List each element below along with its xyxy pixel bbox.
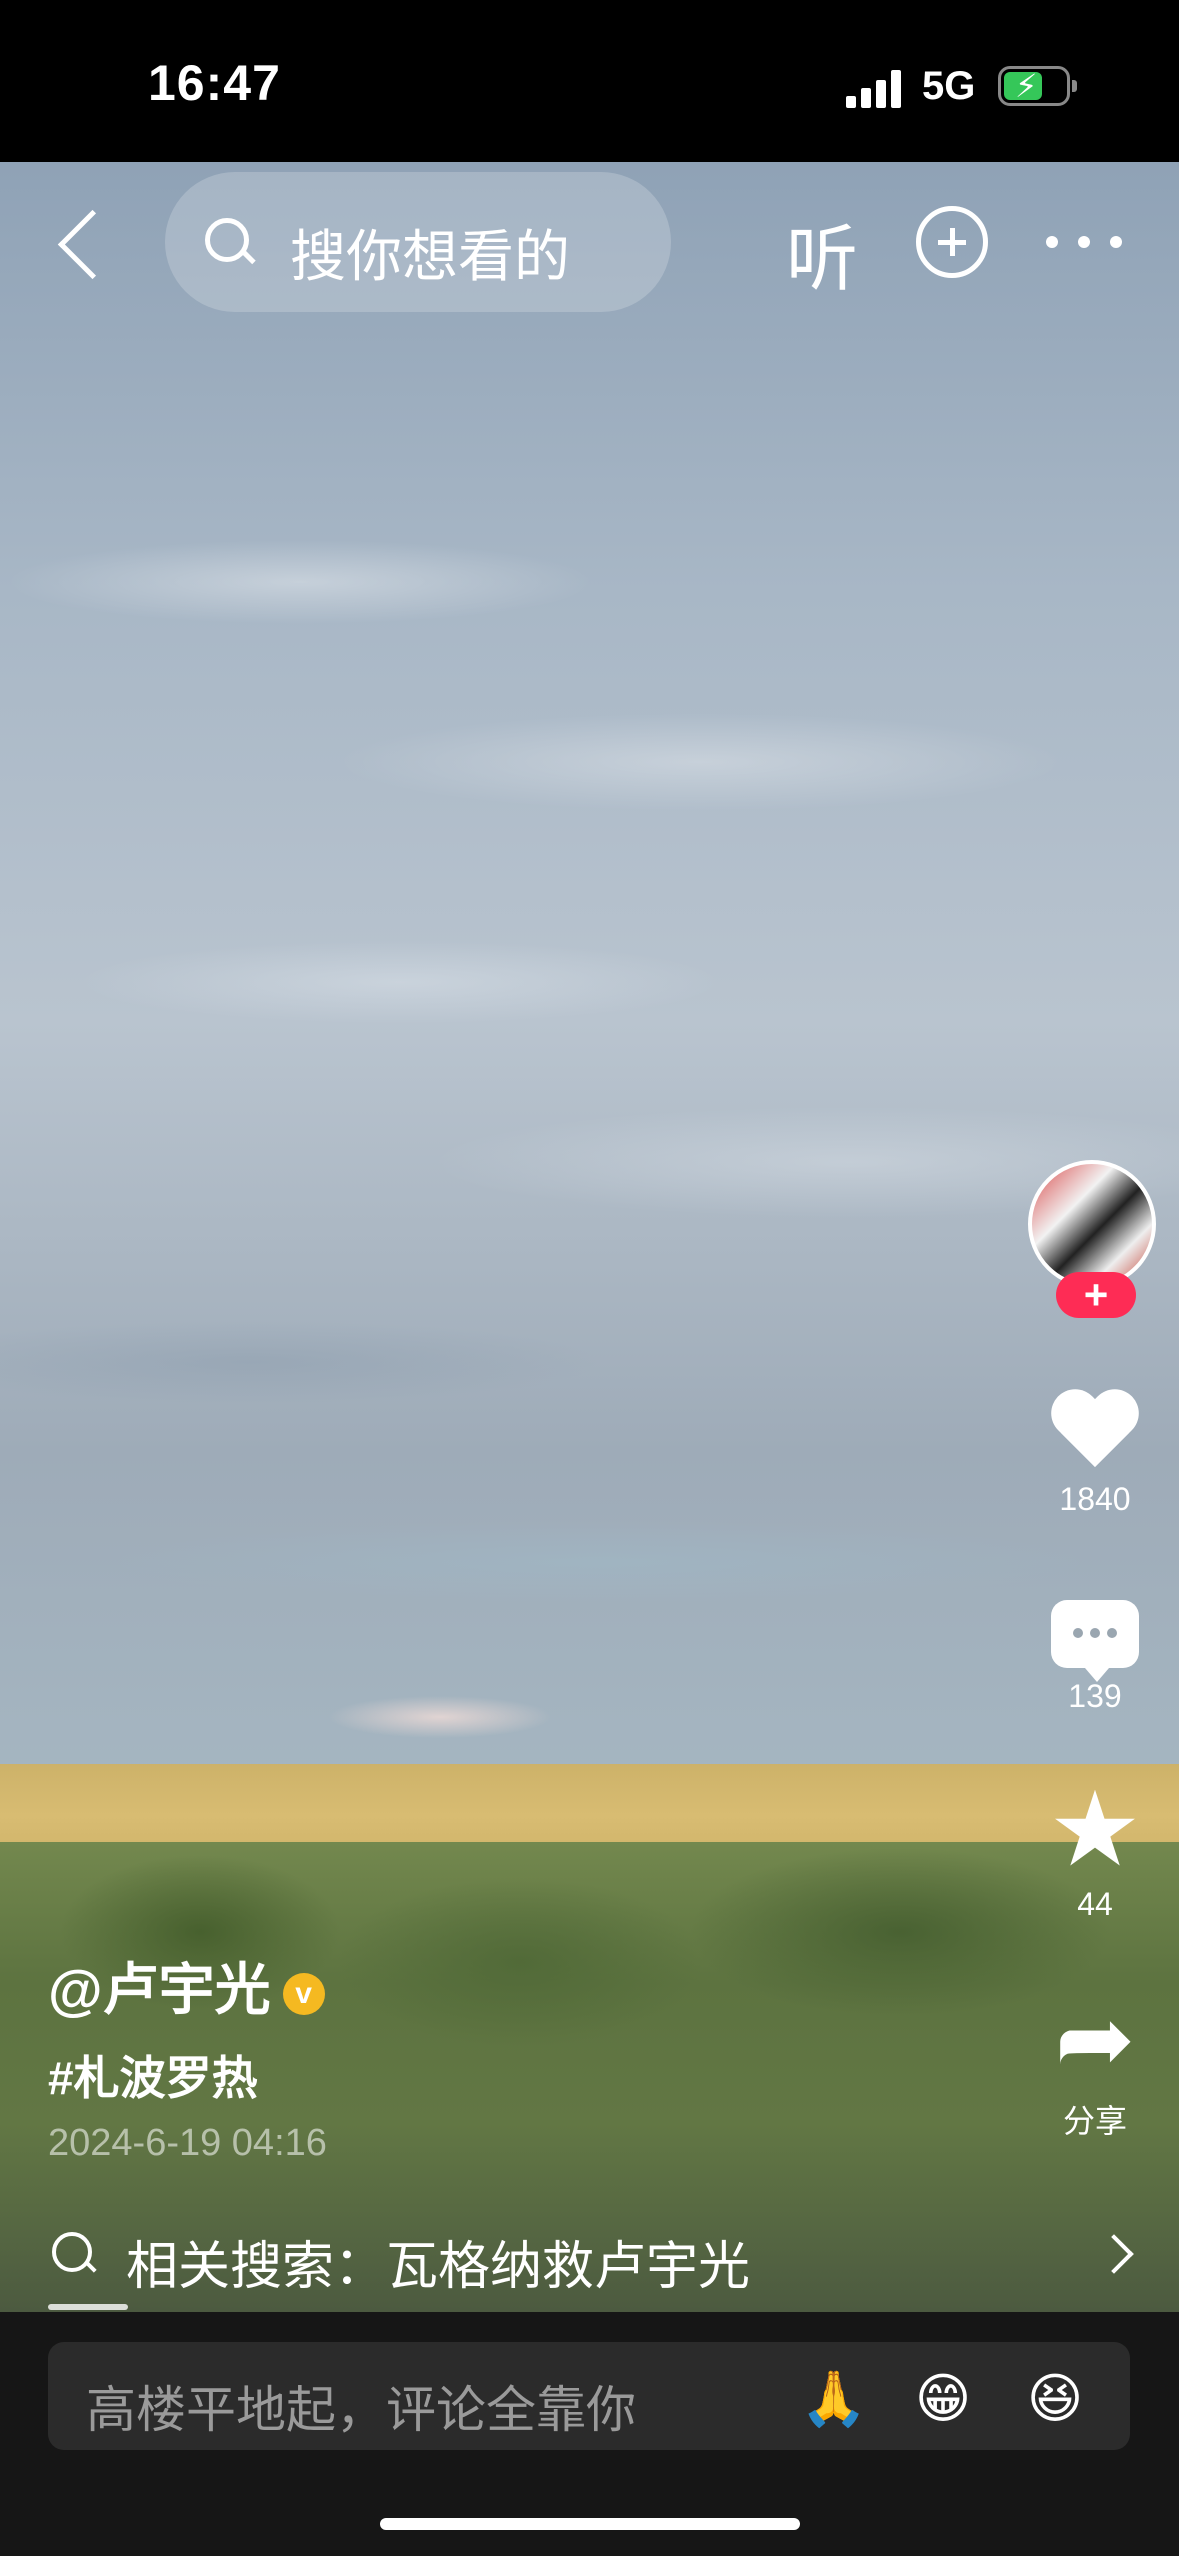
share-arrow-icon: ➦: [1054, 1986, 1136, 2093]
status-bar: 16:47 5G ⚡: [0, 0, 1179, 162]
comment-input[interactable]: 高楼平地起，评论全靠你 🙏 😁 😆: [48, 2342, 1130, 2450]
heart-icon: [1050, 1385, 1140, 1475]
like-action[interactable]: 1840: [1020, 1385, 1170, 1518]
author-avatar[interactable]: [1028, 1160, 1156, 1288]
comment-bar: 高楼平地起，评论全靠你 🙏 😁 😆: [0, 2312, 1179, 2556]
author-name-row[interactable]: @卢宇光 v: [48, 1945, 948, 2026]
sky-clouds: [0, 162, 1179, 1782]
comment-count: 139: [1068, 1678, 1122, 1714]
related-search-bar[interactable]: 相关搜索：瓦格纳救卢宇光: [0, 2200, 1179, 2306]
battery-icon: ⚡: [998, 66, 1077, 106]
related-search-text: 相关搜索：瓦格纳救卢宇光: [126, 2238, 751, 2296]
home-indicator[interactable]: [380, 2518, 800, 2530]
network-label: 5G: [922, 64, 976, 108]
post-date: 2024-6-19 04:16: [48, 2122, 327, 2164]
comment-icon: [1051, 1600, 1139, 1682]
like-count: 1840: [1059, 1481, 1131, 1517]
status-time: 16:47: [148, 55, 281, 111]
share-label: 分享: [1062, 2103, 1127, 2139]
verified-badge-icon: v: [282, 1973, 325, 2016]
add-button[interactable]: [916, 206, 988, 278]
comment-placeholder: 高楼平地起，评论全靠你: [86, 2382, 636, 2438]
share-action[interactable]: ➦ 分享: [1020, 1990, 1170, 2142]
emoji-grin-icon[interactable]: 😁: [912, 2368, 974, 2430]
signal-icon: [846, 70, 906, 108]
emoji-laugh-icon[interactable]: 😆: [1024, 2368, 1086, 2430]
search-icon: [205, 218, 249, 262]
hashtag-link[interactable]: #札波罗热: [48, 2042, 948, 2108]
favorite-action[interactable]: ★ 44: [1020, 1772, 1170, 1923]
back-button[interactable]: [52, 202, 112, 282]
author-name[interactable]: @卢宇光: [48, 1958, 271, 2021]
star-icon: ★: [1048, 1772, 1142, 1888]
listen-button[interactable]: 听: [786, 200, 858, 305]
favorite-count: 44: [1077, 1886, 1113, 1922]
chevron-right-icon: [1094, 2234, 1134, 2274]
follow-button[interactable]: +: [1056, 1272, 1136, 1318]
more-options-icon[interactable]: [1046, 236, 1124, 250]
search-bar[interactable]: 搜你想看的: [165, 172, 671, 312]
comment-action[interactable]: 139: [1020, 1588, 1170, 1715]
search-placeholder: 搜你想看的: [290, 225, 570, 288]
emoji-pray-icon[interactable]: 🙏: [800, 2368, 867, 2430]
video-info: @卢宇光 v #札波罗热 2024-6-19 04:16: [48, 1945, 948, 2165]
video-progress-bar[interactable]: [48, 2304, 128, 2310]
search-icon: [52, 2232, 92, 2272]
top-nav: 搜你想看的 听: [0, 170, 1179, 312]
